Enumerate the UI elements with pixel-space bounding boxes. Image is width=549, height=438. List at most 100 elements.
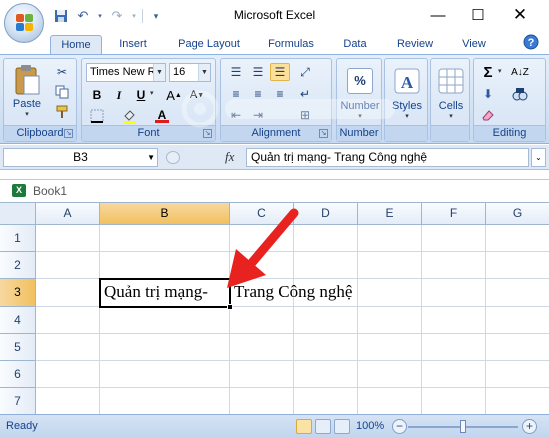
- orientation-icon[interactable]: ⤢: [295, 63, 315, 81]
- row-header-6[interactable]: 6: [0, 361, 36, 388]
- underline-dropdown-icon[interactable]: ▾: [150, 89, 154, 97]
- decrease-indent-icon[interactable]: ⇤: [226, 106, 246, 124]
- row-header-4[interactable]: 4: [0, 307, 36, 334]
- expand-formula-bar-icon[interactable]: ⌄: [531, 148, 546, 167]
- column-header-b[interactable]: B: [100, 203, 230, 225]
- align-middle-icon[interactable]: ☰: [248, 63, 268, 81]
- tab-insert[interactable]: Insert: [108, 35, 158, 54]
- fill-handle[interactable]: [227, 304, 233, 310]
- styles-label: Styles: [392, 100, 422, 112]
- svg-text:A: A: [401, 73, 414, 92]
- autosum-icon[interactable]: Σ: [478, 63, 498, 81]
- active-cell-b3[interactable]: [99, 278, 231, 308]
- minimize-icon[interactable]: —: [418, 1, 458, 29]
- clear-icon[interactable]: [478, 106, 498, 124]
- font-color-icon[interactable]: A: [152, 107, 172, 125]
- underline-icon[interactable]: U: [131, 86, 151, 104]
- increase-font-icon[interactable]: A ▲: [164, 86, 184, 104]
- fill-color-icon[interactable]: [120, 107, 140, 125]
- paste-button[interactable]: Paste ▾: [8, 62, 46, 120]
- column-header-c[interactable]: C: [230, 203, 294, 225]
- styles-button[interactable]: A Styles ▾: [387, 63, 427, 125]
- clipboard-launcher-icon[interactable]: ↘: [64, 129, 73, 138]
- decrease-font-icon[interactable]: A ▼: [187, 86, 207, 104]
- font-launcher-icon[interactable]: ↘: [203, 129, 212, 138]
- column-header-a[interactable]: A: [36, 203, 100, 225]
- status-bar: Ready 100% − +: [0, 414, 549, 438]
- row-header-7[interactable]: 7: [0, 388, 36, 414]
- page-layout-view-icon[interactable]: [315, 419, 331, 434]
- number-button[interactable]: % Number ▾: [340, 63, 380, 125]
- gridline: [229, 225, 230, 414]
- italic-icon[interactable]: I: [109, 86, 129, 104]
- office-logo-icon: [16, 14, 34, 32]
- status-text: Ready: [6, 420, 38, 432]
- font-group: Times New Ro ▼ 16 ▼ B I U ▾ A ▲ A ▼ A Font…: [81, 58, 216, 142]
- column-header-d[interactable]: D: [294, 203, 358, 225]
- cut-icon[interactable]: ✂: [52, 63, 72, 81]
- insert-function-button[interactable]: fx: [225, 149, 234, 165]
- zoom-out-icon[interactable]: −: [392, 419, 407, 434]
- increase-indent-icon[interactable]: ⇥: [248, 106, 268, 124]
- fill-icon[interactable]: ⬇: [478, 85, 498, 103]
- zoom-level[interactable]: 100%: [356, 420, 384, 432]
- gridline: [421, 225, 422, 414]
- tab-home[interactable]: Home: [50, 35, 102, 54]
- row-header-2[interactable]: 2: [0, 252, 36, 279]
- row-header-3[interactable]: 3: [0, 279, 36, 307]
- close-icon[interactable]: ✕: [500, 1, 540, 29]
- column-header-g[interactable]: G: [486, 203, 549, 225]
- maximize-icon[interactable]: ☐: [458, 1, 498, 29]
- percent-icon: %: [347, 68, 373, 94]
- align-right-icon[interactable]: ≡: [270, 85, 290, 103]
- font-size-value: 16: [173, 66, 186, 78]
- align-left-icon[interactable]: ≡: [226, 85, 246, 103]
- tab-data[interactable]: Data: [334, 35, 376, 54]
- format-painter-icon[interactable]: [52, 103, 72, 121]
- bold-icon[interactable]: B: [87, 86, 107, 104]
- align-center-icon[interactable]: ≡: [248, 85, 268, 103]
- number-label: Number: [340, 100, 380, 112]
- tab-formulas[interactable]: Formulas: [260, 35, 322, 54]
- find-select-icon[interactable]: [510, 85, 530, 103]
- tab-review[interactable]: Review: [390, 35, 440, 54]
- zoom-slider-thumb[interactable]: [460, 420, 466, 433]
- align-bottom-icon[interactable]: ☰: [270, 63, 290, 81]
- column-header-e[interactable]: E: [358, 203, 422, 225]
- font-group-label: Font: [82, 125, 215, 141]
- row-header-5[interactable]: 5: [0, 334, 36, 361]
- alignment-group: ☰ ☰ ☰ ⤢ ≡ ≡ ≡ ↵ ⇤ ⇥ ⊞ Alignment ↘: [220, 58, 332, 142]
- cells-button[interactable]: Cells ▾: [432, 63, 470, 125]
- help-icon[interactable]: ?: [521, 34, 541, 52]
- wrap-text-icon[interactable]: ↵: [295, 85, 315, 103]
- row-header-1[interactable]: 1: [0, 225, 36, 252]
- formula-bar-handle-icon[interactable]: [166, 151, 180, 164]
- paste-label: Paste: [12, 98, 42, 110]
- cells-group: Cells ▾ Cells: [430, 58, 470, 142]
- font-name-select[interactable]: Times New Ro ▼: [86, 63, 166, 82]
- alignment-launcher-icon[interactable]: ↘: [319, 129, 328, 138]
- normal-view-icon[interactable]: [296, 419, 312, 434]
- tab-page-layout[interactable]: Page Layout: [170, 35, 248, 54]
- gridline: [36, 387, 549, 388]
- formula-input[interactable]: Quản trị mạng- Trang Công nghệ: [246, 148, 529, 167]
- page-break-view-icon[interactable]: [334, 419, 350, 434]
- title-bar: ↶ ▾ ↷ ▾ ▾ Microsoft Excel — ☐ ✕: [0, 0, 549, 43]
- sort-filter-icon[interactable]: A↓Z: [510, 63, 530, 81]
- autosum-dropdown-icon[interactable]: ▾: [498, 67, 502, 75]
- align-top-icon[interactable]: ☰: [226, 63, 246, 81]
- gridline: [99, 225, 100, 414]
- copy-icon[interactable]: [52, 83, 72, 101]
- borders-icon[interactable]: [87, 107, 107, 125]
- merge-center-icon[interactable]: ⊞: [295, 106, 315, 124]
- office-button[interactable]: [4, 3, 44, 43]
- tab-view[interactable]: View: [452, 35, 496, 54]
- select-all-button[interactable]: [0, 203, 36, 225]
- column-header-f[interactable]: F: [422, 203, 486, 225]
- cell-c3-overflow-text: Trang Công nghệ: [234, 282, 353, 301]
- red-arrow-annotation: [227, 208, 299, 288]
- font-size-select[interactable]: 16 ▼: [169, 63, 211, 82]
- spreadsheet-grid[interactable]: A B C D E F G 1 2 3 4 5 6 7 Quản trị mạn…: [0, 202, 549, 414]
- name-box[interactable]: B3 ▼: [3, 148, 158, 167]
- zoom-in-icon[interactable]: +: [522, 419, 537, 434]
